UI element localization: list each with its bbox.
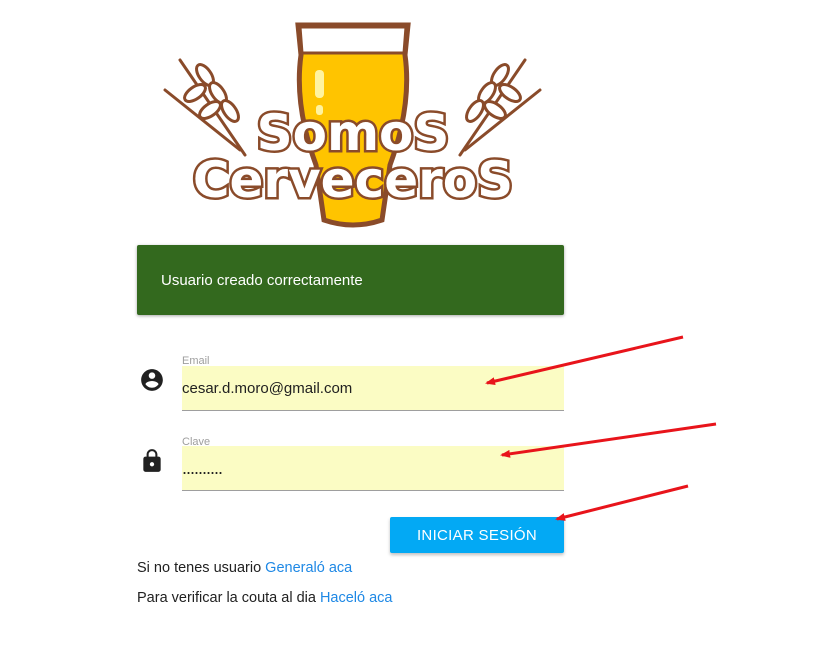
somos-cerveceros-logo: SomoS CervecerоS xyxy=(163,22,542,228)
wheat-right-icon xyxy=(458,58,542,157)
logo-line2: CervecerоS xyxy=(193,151,513,209)
wheat-left-icon xyxy=(163,58,247,157)
password-field[interactable] xyxy=(182,446,564,491)
register-text: Si no tenes usuario xyxy=(137,560,262,576)
account-circle-icon xyxy=(141,369,163,391)
register-line: Si no tenes usuario Generaló aca xyxy=(137,560,352,576)
register-link[interactable]: Generaló aca xyxy=(265,560,352,576)
verify-line: Para verificar la couta al dia Haceló ac… xyxy=(137,590,393,606)
alert-message: Usuario creado correctamente xyxy=(161,271,363,289)
lock-icon xyxy=(143,449,161,472)
verify-text: Para verificar la couta al dia xyxy=(137,590,316,606)
success-alert: Usuario creado correctamente xyxy=(137,245,564,315)
arrow-to-button xyxy=(555,484,689,521)
email-field[interactable] xyxy=(182,366,564,411)
verify-link[interactable]: Haceló aca xyxy=(320,590,393,606)
login-button[interactable]: INICIAR SESIÓN xyxy=(390,517,564,553)
